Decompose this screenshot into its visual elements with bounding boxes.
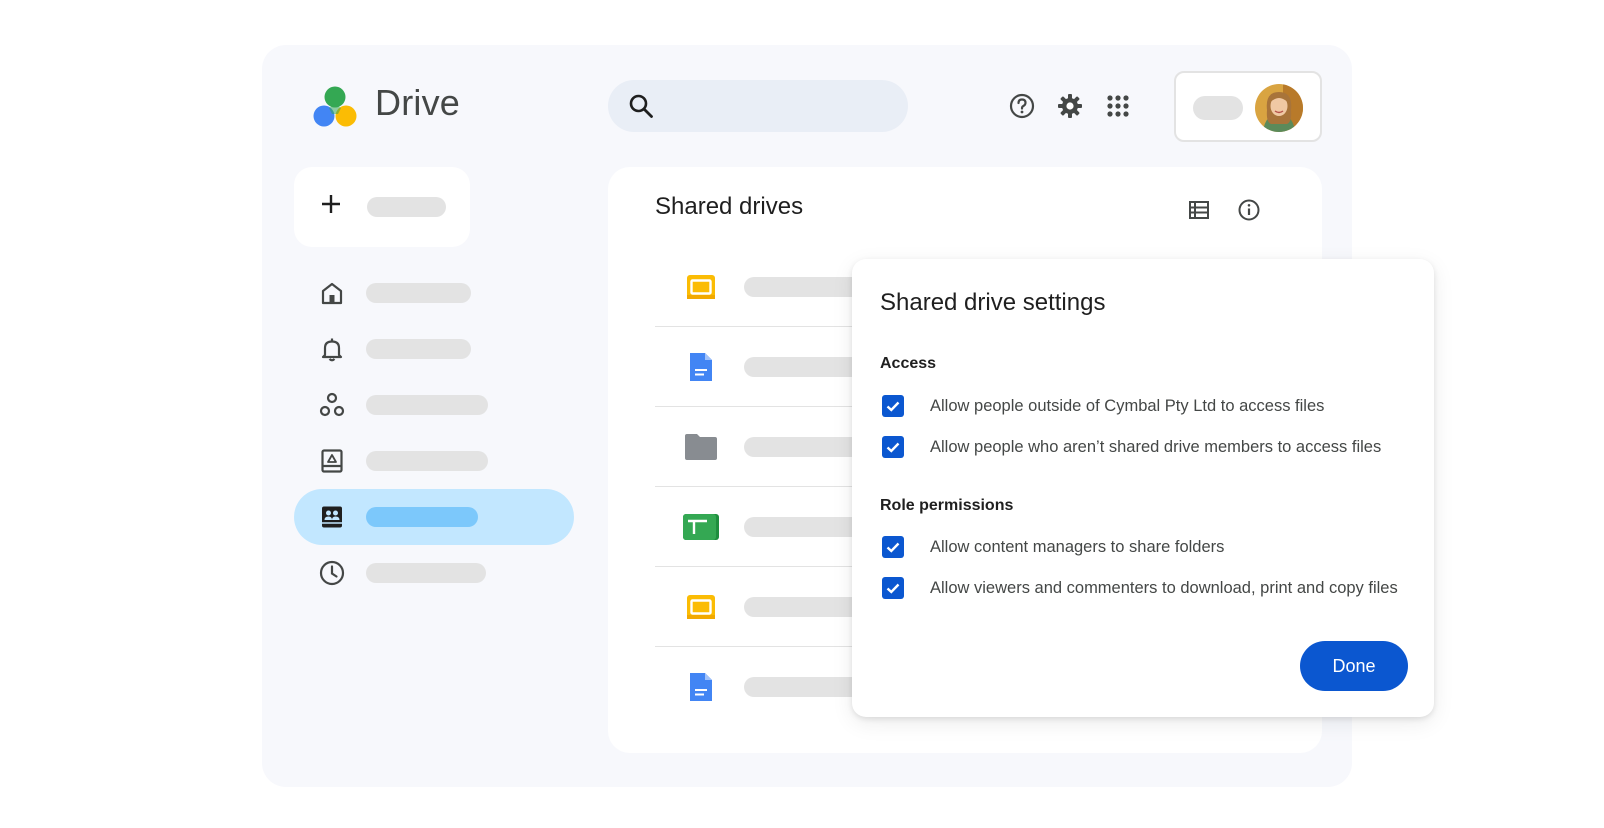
slides-icon — [681, 267, 721, 307]
account-switcher[interactable] — [1174, 71, 1322, 142]
plus-icon — [322, 195, 340, 213]
sheets-icon — [681, 507, 721, 547]
section-title-role-permissions: Role permissions — [880, 497, 1014, 514]
nav-label-placeholder — [366, 451, 488, 471]
option-label: Allow people outside of Cymbal Pty Ltd t… — [930, 396, 1325, 415]
settings-icon[interactable] — [1056, 92, 1084, 120]
checkbox-checked[interactable] — [882, 536, 904, 558]
option-allow-outside-access[interactable]: Allow people outside of Cymbal Pty Ltd t… — [882, 394, 1324, 418]
sidebar-item-home[interactable] — [294, 265, 574, 321]
bell-icon — [318, 335, 346, 363]
nav-label-placeholder — [366, 563, 486, 583]
slides-icon — [681, 587, 721, 627]
option-allow-non-members-access[interactable]: Allow people who aren’t shared drive mem… — [882, 435, 1381, 459]
checkmark-icon — [886, 401, 900, 412]
apps-grid-icon[interactable] — [1104, 92, 1132, 120]
checkbox-checked[interactable] — [882, 577, 904, 599]
nav-label-placeholder — [366, 395, 488, 415]
option-label: Allow content managers to share folders — [930, 537, 1225, 556]
option-label: Allow people who aren’t shared drive mem… — [930, 437, 1382, 456]
account-name-placeholder — [1193, 96, 1243, 120]
shared-drive-settings-dialog: Shared drive settings Access Allow peopl… — [852, 259, 1434, 717]
workspaces-icon — [318, 391, 346, 419]
nav-label-placeholder — [366, 283, 471, 303]
info-icon[interactable] — [1236, 197, 1262, 223]
option-viewers-download-print-copy[interactable]: Allow viewers and commenters to download… — [882, 576, 1398, 600]
option-managers-share-folders[interactable]: Allow content managers to share folders — [882, 535, 1224, 559]
avatar[interactable] — [1255, 84, 1303, 132]
search-bar[interactable] — [608, 80, 908, 132]
folder-icon — [681, 427, 721, 467]
docs-icon — [681, 347, 721, 387]
sidebar-item-notifications[interactable] — [294, 321, 574, 377]
section-title-access: Access — [880, 355, 937, 372]
nav-label-placeholder — [366, 507, 478, 527]
sidebar-item-recent[interactable] — [294, 545, 574, 601]
search-icon — [629, 94, 653, 118]
sidebar-item-shared-drives[interactable] — [294, 489, 574, 545]
checkbox-checked[interactable] — [882, 436, 904, 458]
shared-drives-icon — [318, 503, 346, 531]
checkmark-icon — [886, 442, 900, 453]
sidebar-item-workspaces[interactable] — [294, 377, 574, 433]
clock-icon — [318, 559, 346, 587]
help-icon[interactable] — [1008, 92, 1036, 120]
dialog-title: Shared drive settings — [880, 289, 1106, 316]
list-view-icon[interactable] — [1186, 197, 1212, 223]
sidebar-item-my-drive[interactable] — [294, 433, 574, 489]
checkbox-checked[interactable] — [882, 395, 904, 417]
nav-label-placeholder — [366, 339, 471, 359]
new-button[interactable] — [294, 167, 470, 247]
drive-logo-icon — [313, 86, 357, 127]
home-icon — [318, 279, 346, 307]
checkmark-icon — [886, 583, 900, 594]
my-drive-icon — [318, 447, 346, 475]
app-title: Drive — [375, 82, 461, 123]
option-label: Allow viewers and commenters to download… — [930, 578, 1398, 597]
new-button-label-placeholder — [367, 197, 446, 217]
docs-icon — [681, 667, 721, 707]
page-title: Shared drives — [655, 193, 804, 220]
checkmark-icon — [886, 542, 900, 553]
done-button[interactable]: Done — [1300, 641, 1408, 691]
